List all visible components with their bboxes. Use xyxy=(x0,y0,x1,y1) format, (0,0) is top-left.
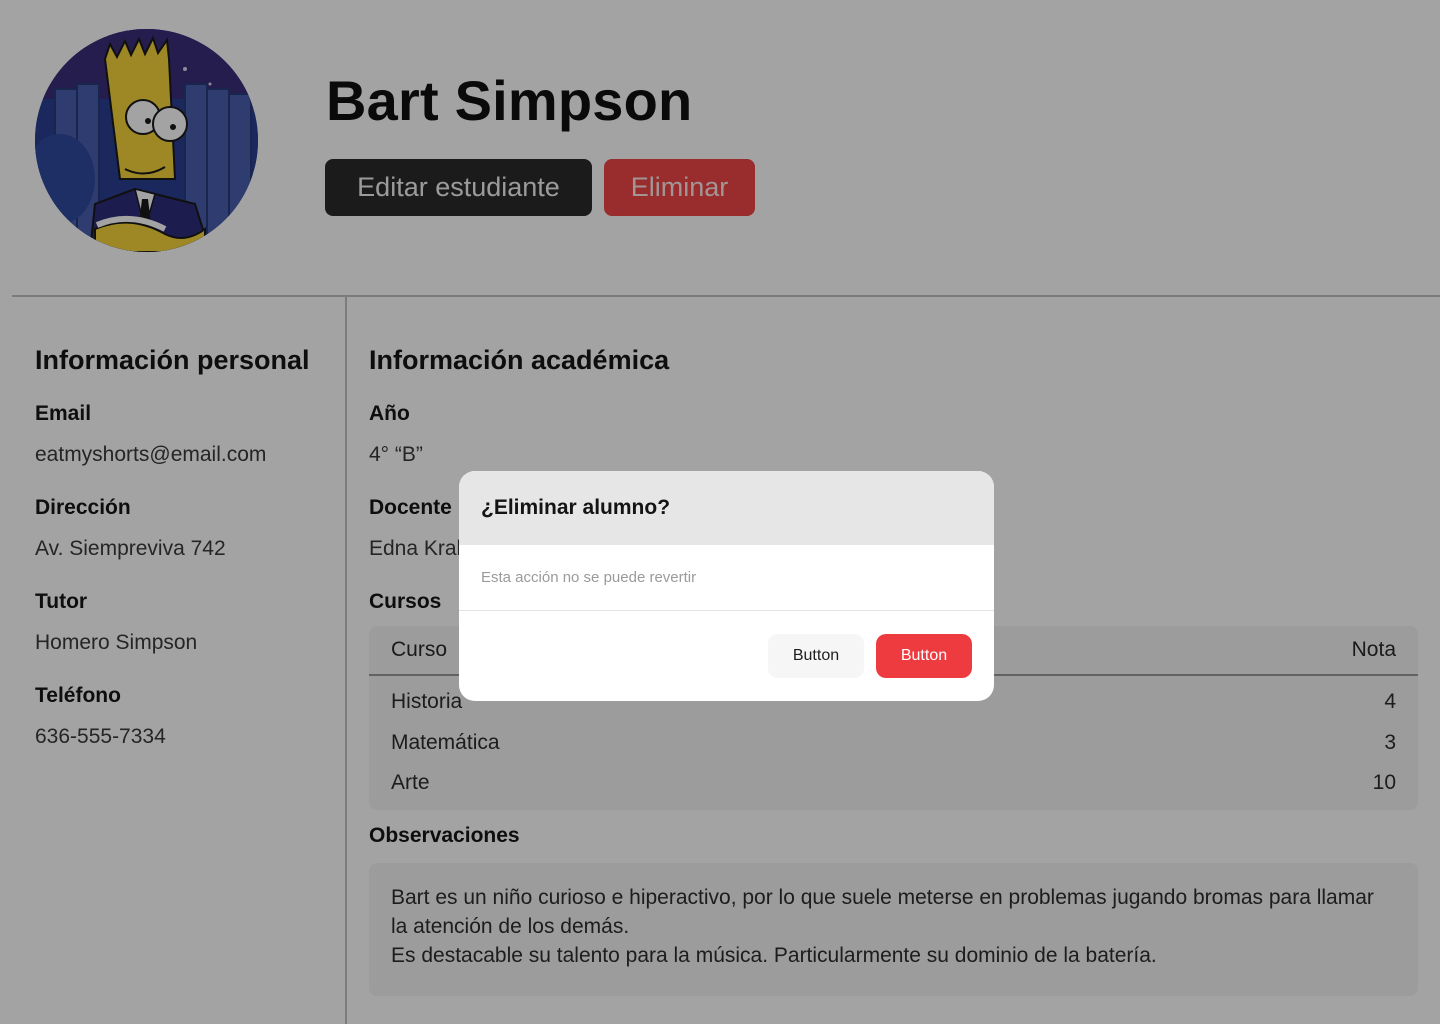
student-profile-page: Bart Simpson Editar estudiante Eliminar … xyxy=(0,0,1440,1024)
dialog-header: ¿Eliminar alumno? xyxy=(459,471,994,545)
dialog-cancel-button[interactable]: Button xyxy=(768,634,864,678)
dialog-footer: Button Button xyxy=(459,611,994,701)
delete-confirm-dialog: ¿Eliminar alumno? Esta acción no se pued… xyxy=(459,471,994,701)
dialog-confirm-button[interactable]: Button xyxy=(876,634,972,678)
dialog-message: Esta acción no se puede revertir xyxy=(481,569,697,586)
dialog-body: Esta acción no se puede revertir xyxy=(459,545,994,611)
dialog-title: ¿Eliminar alumno? xyxy=(481,496,671,519)
